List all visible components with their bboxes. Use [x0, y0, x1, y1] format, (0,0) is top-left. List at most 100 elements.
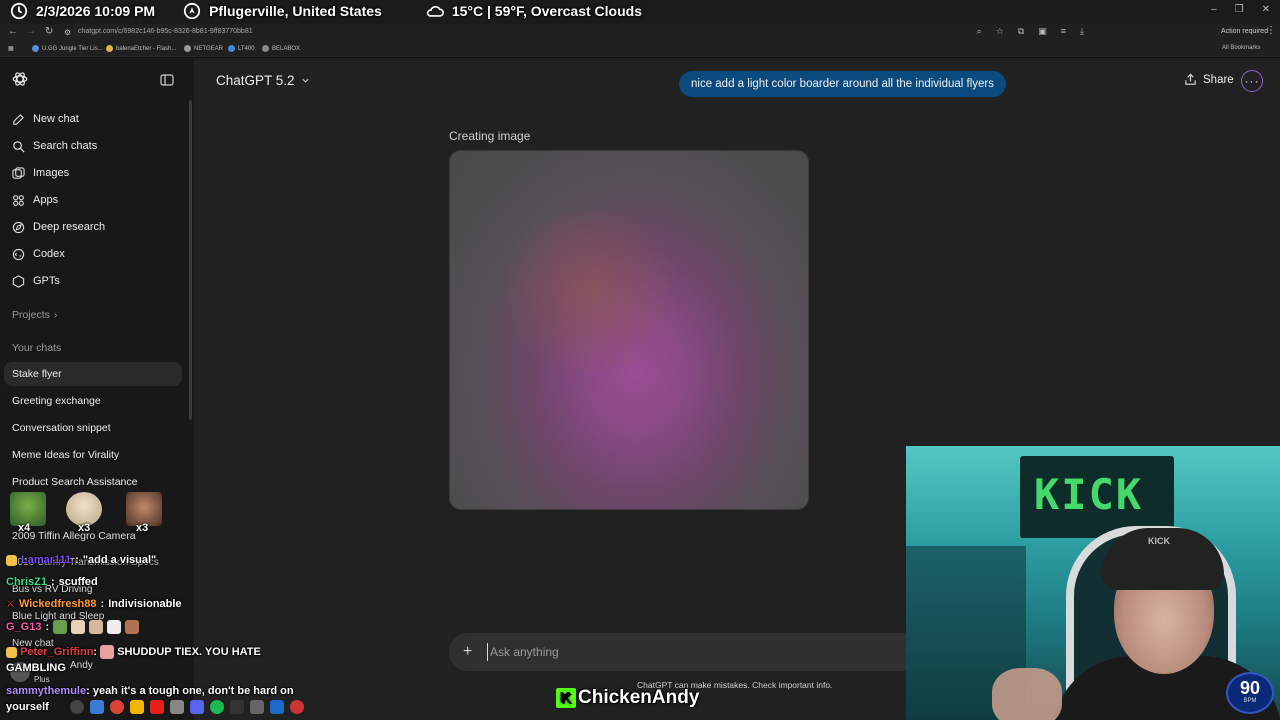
emote-frog [10, 492, 46, 526]
model-selector[interactable]: ChatGPT 5.2 [216, 73, 310, 88]
all-bookmarks[interactable]: All Bookmarks [1222, 45, 1260, 51]
extensions-icon[interactable]: ⧉ [1018, 26, 1024, 37]
close-icon[interactable]: ✕ [1262, 4, 1270, 15]
bookmark-item[interactable]: NETGEAR [184, 45, 223, 52]
chrome-taskbar-icon[interactable] [110, 700, 124, 714]
sidebar-item-search-chats[interactable]: Search chats [8, 134, 184, 158]
forward-icon[interactable]: → [26, 26, 36, 37]
bookmark-item[interactable]: balenaEtcher - Flash... [106, 45, 176, 52]
sidebar-chat-item[interactable]: Stake flyer [4, 362, 182, 386]
sidebar-chat-item[interactable]: Conversation snippet [4, 416, 182, 440]
chat-message: Lamar111: "add a visual" [6, 554, 156, 566]
webcam-feed: KICK KICK [906, 446, 1280, 720]
browser-taskbar-icon[interactable] [90, 700, 104, 714]
emote-icon [53, 620, 68, 634]
sword-icon: ⚔ [6, 598, 15, 610]
badge-icon [6, 554, 17, 566]
url-field[interactable]: chatgpt.com/c/6982c146-b95c-8326-8b81-9f… [78, 28, 253, 35]
codex-icon [12, 248, 25, 260]
chat-message: G_G13: [6, 620, 140, 634]
emote-icon [71, 620, 86, 634]
x-taskbar-icon[interactable] [230, 700, 244, 714]
emote-man [126, 492, 162, 526]
emote-icon [125, 620, 140, 634]
sidepanel-icon[interactable]: ▣ [1038, 26, 1047, 37]
zoom-icon[interactable]: ⌕ [977, 26, 982, 37]
sidebar-chat-item[interactable]: Meme Ideas for Virality [4, 443, 182, 467]
bookmark-star-icon[interactable]: ☆ [996, 26, 1004, 37]
sidebar-projects-header[interactable]: Projects › [12, 309, 57, 321]
sidebar-item-apps[interactable]: Apps [8, 188, 184, 212]
ellipsis-icon: ··· [1244, 74, 1260, 88]
steam-taskbar-icon[interactable] [270, 700, 284, 714]
heart-rate-widget: 90 BPM [1226, 672, 1274, 714]
search-taskbar-icon[interactable] [70, 700, 84, 714]
chatgpt-logo-icon[interactable] [11, 70, 29, 88]
plus-icon[interactable]: + [463, 643, 472, 661]
action-required-label[interactable]: Action required [1221, 28, 1268, 35]
apps-grid-icon[interactable]: ▦ [8, 45, 14, 52]
share-button[interactable]: Share [1184, 73, 1234, 86]
window-controls: – ❐ ✕ [1211, 4, 1270, 15]
emote-icon [107, 620, 122, 634]
sidebar-item-deep-research[interactable]: Deep research [8, 215, 184, 239]
site-info-icon[interactable]: ⚙ [64, 28, 71, 37]
emote-icon [89, 620, 104, 634]
chat-message: Peter_Griffinn: SHUDDUP TIEX. YOU HATE G… [6, 645, 261, 674]
emote-count: x3 [78, 522, 91, 534]
images-icon [12, 166, 25, 179]
emote-count: x4 [18, 522, 31, 534]
browser-menu-icon[interactable]: ⋮ [1266, 25, 1276, 36]
sidebar-chat-item[interactable]: 2009 Tiffin Allegro Camera [4, 524, 182, 548]
taskbar [70, 700, 304, 714]
folder-taskbar-icon[interactable] [130, 700, 144, 714]
app-taskbar-icon[interactable] [170, 700, 184, 714]
spotify-taskbar-icon[interactable] [210, 700, 224, 714]
chat-message: ⚔ Wickedfresh88: Indivisionable [6, 598, 182, 610]
sidebar-item-new-chat[interactable]: New chat [8, 107, 184, 131]
kick-logo-icon: K [556, 688, 576, 708]
chevron-right-icon: › [53, 309, 58, 321]
creating-image-label: Creating image [449, 129, 531, 143]
location-icon [183, 2, 201, 20]
apps-icon [13, 194, 24, 206]
youtube-taskbar-icon[interactable] [150, 700, 164, 714]
edit-icon [13, 113, 24, 125]
sidebar-chat-item[interactable]: Product Search Assistance [4, 470, 182, 494]
back-icon[interactable]: ← [8, 26, 18, 37]
settings-taskbar-icon[interactable] [250, 700, 264, 714]
obs-taskbar-icon[interactable] [290, 700, 304, 714]
message-input[interactable] [487, 643, 867, 661]
bookmark-item[interactable]: LT400 [228, 45, 255, 52]
image-generation-placeholder [449, 150, 809, 510]
minimize-icon[interactable]: – [1211, 4, 1217, 15]
channel-name-overlay: K ChickenAndy [556, 687, 699, 709]
sidebar-scrollbar[interactable] [189, 100, 192, 420]
emote-count: x3 [136, 522, 149, 534]
emote-icon [100, 645, 115, 660]
restore-icon[interactable]: ❐ [1235, 4, 1244, 15]
search-icon [13, 140, 25, 152]
stream-info-bar: 2/3/2026 10:09 PM Pflugerville, United S… [10, 2, 642, 20]
cloud-icon [426, 5, 444, 17]
chat-message: ChrisZ1: scuffed [6, 576, 98, 588]
discord-taskbar-icon[interactable] [190, 700, 204, 714]
emote-face [66, 492, 102, 526]
sidebar-toggle-icon[interactable] [160, 73, 174, 87]
downloads-icon[interactable]: ⤓ [1080, 26, 1084, 37]
more-options-button[interactable]: ··· [1241, 70, 1263, 92]
sidebar-chat-item[interactable]: Greeting exchange [4, 389, 182, 413]
sidebar-your-chats-header: Your chats [12, 342, 62, 354]
share-icon [1185, 73, 1196, 85]
badge-icon [6, 646, 17, 658]
bookmark-item[interactable]: BELABOX [262, 45, 300, 52]
deep-research-icon [12, 221, 25, 233]
sidebar-item-images[interactable]: Images [8, 161, 184, 185]
composer: + [449, 633, 919, 671]
sidebar-item-codex[interactable]: Codex [8, 242, 184, 266]
bookmark-item[interactable]: U.GG Jungle Tier Lis... [32, 45, 103, 52]
reload-icon[interactable]: ↻ [45, 26, 53, 37]
tab-search-icon[interactable]: ≡ [1061, 26, 1066, 37]
sidebar-item-gpts[interactable]: GPTs [8, 269, 184, 293]
chevron-down-icon [301, 78, 309, 83]
